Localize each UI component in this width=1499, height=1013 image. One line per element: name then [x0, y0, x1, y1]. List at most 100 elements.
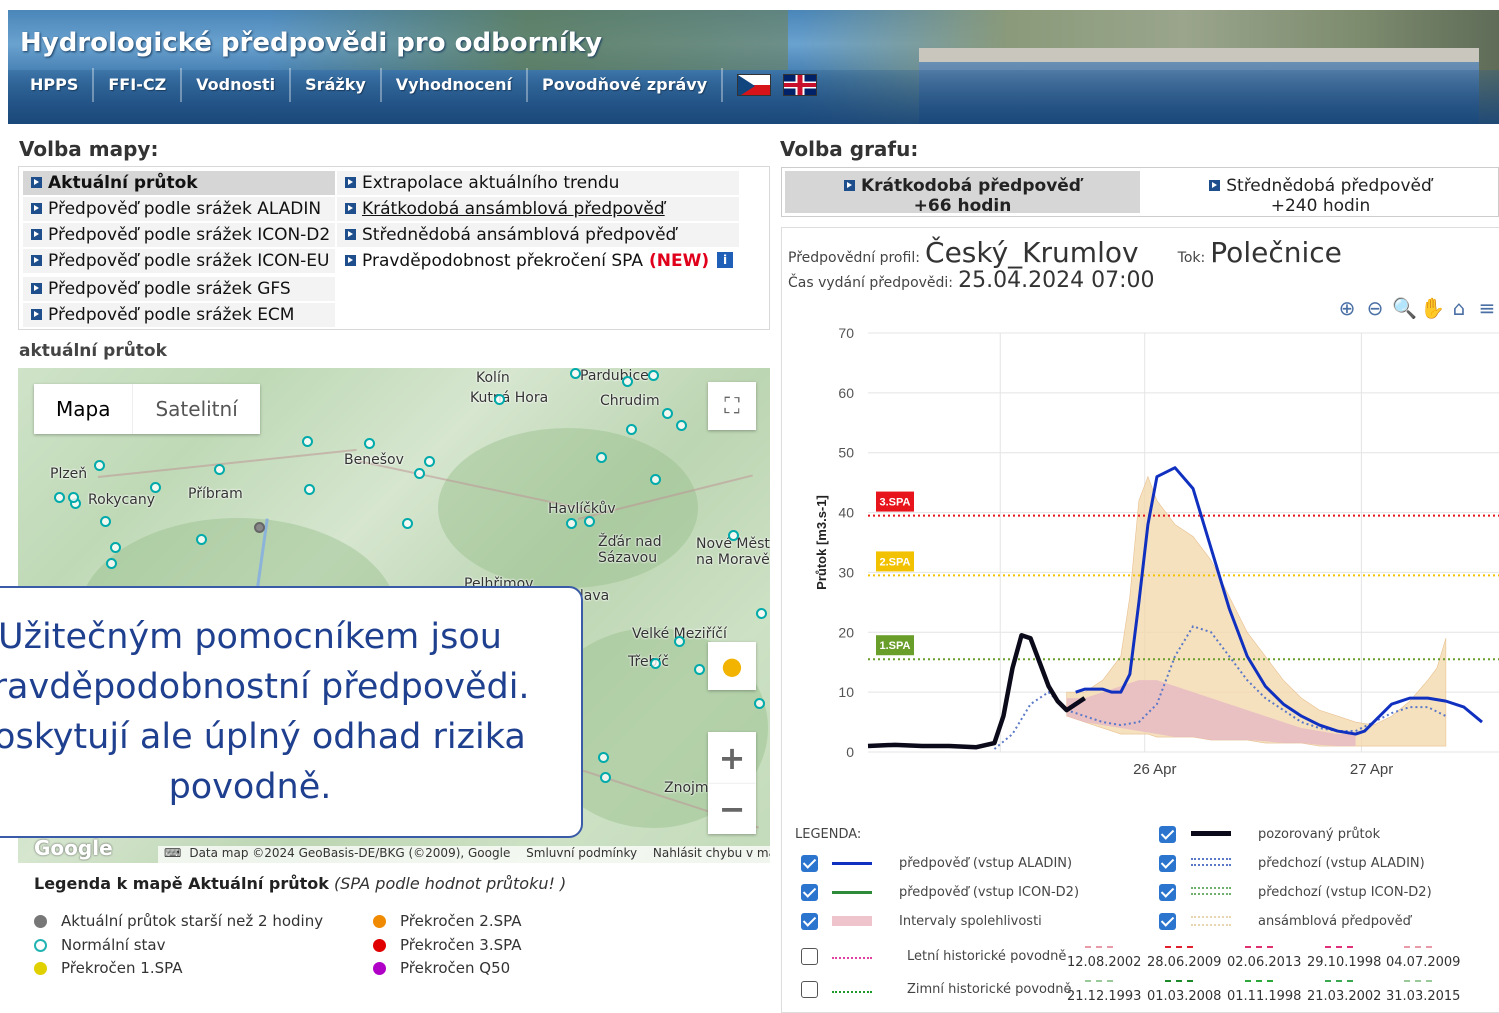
map-station-marker[interactable]: [622, 376, 633, 387]
map-option-aladin[interactable]: Předpověď podle srážek ALADIN: [23, 197, 335, 221]
map-station-marker[interactable]: [756, 608, 767, 619]
map-station-marker[interactable]: [494, 394, 505, 405]
winter-flood-date[interactable]: 21.12.1993: [1067, 989, 1141, 1004]
map-station-marker[interactable]: [566, 518, 577, 529]
issue-label: Čas vydání předpovědi:: [788, 275, 954, 291]
summer-flood-date[interactable]: 29.10.1998: [1307, 955, 1381, 970]
zoom-out-icon[interactable]: −: [708, 784, 756, 834]
summer-flood-date[interactable]: 28.06.2009: [1147, 955, 1221, 970]
legend-previous-aladin: předchozí (vstup ALADIN): [1258, 856, 1425, 871]
map-station-marker[interactable]: [650, 658, 661, 669]
bullet-icon: [345, 229, 356, 240]
tab-medium-term[interactable]: Střednědobá předpověď +240 hodin: [1143, 168, 1498, 216]
nav-hpps[interactable]: HPPS: [16, 68, 95, 102]
map-option-pravdepodobnost[interactable]: Pravděpodobnost překročení SPA (NEW) i: [337, 249, 739, 273]
uk-flag-icon[interactable]: [783, 74, 818, 96]
map-station-marker[interactable]: [150, 482, 161, 493]
map-option-ecm[interactable]: Předpověď podle srážek ECM: [23, 303, 335, 327]
map-station-marker[interactable]: [302, 436, 313, 447]
pan-icon[interactable]: ✋: [1420, 296, 1445, 320]
map-option-icon-eu[interactable]: Předpověď podle srážek ICON-EU: [23, 249, 335, 273]
map-place-label: Třebíč: [628, 654, 670, 670]
checkbox-forecast-icond2[interactable]: [801, 884, 818, 901]
map-station-marker[interactable]: [254, 522, 265, 533]
map-option-gfs[interactable]: Předpověď podle srážek GFS: [23, 277, 335, 301]
map-station-marker[interactable]: [110, 542, 121, 553]
map-station-marker[interactable]: [364, 438, 375, 449]
discharge-chart[interactable]: 0 10 20 30 40 50 60 70 26 Apr 27 Apr Průtok [m3.s-…: [782, 318, 1499, 788]
tab-short-term[interactable]: Krátkodobá předpověď +66 hodin: [785, 171, 1140, 216]
zoom-in-icon[interactable]: ⊕: [1336, 296, 1358, 320]
map-station-marker[interactable]: [650, 474, 661, 485]
map-station-marker[interactable]: [54, 492, 65, 503]
map-station-marker[interactable]: [662, 408, 673, 419]
fullscreen-icon[interactable]: ⛶: [708, 382, 756, 430]
checkbox-previous-aladin[interactable]: [1159, 855, 1176, 872]
winter-flood-date[interactable]: 01.11.1998: [1227, 989, 1301, 1004]
report-error-link[interactable]: Nahlásit chybu v mapě: [653, 846, 770, 860]
nav-vyhodnoceni[interactable]: Vyhodnocení: [382, 68, 529, 102]
map-station-marker[interactable]: [424, 456, 435, 467]
map-option-extrapolace[interactable]: Extrapolace aktuálního trendu: [337, 171, 739, 195]
map-station-marker[interactable]: [106, 558, 117, 569]
winter-flood-date[interactable]: 01.03.2008: [1147, 989, 1221, 1004]
checkbox-ensemble[interactable]: [1159, 913, 1176, 930]
checkbox-observed[interactable]: [1159, 826, 1176, 843]
nav-vodnosti[interactable]: Vodnosti: [182, 68, 292, 102]
nav-srazky[interactable]: Srážky: [291, 68, 382, 102]
summer-flood-date[interactable]: 04.07.2009: [1386, 955, 1460, 970]
map-station-marker[interactable]: [414, 468, 425, 479]
nav-povodnove-zpravy[interactable]: Povodňové zprávy: [528, 68, 724, 102]
map-type-mapa[interactable]: Mapa: [34, 384, 134, 434]
info-icon[interactable]: i: [717, 252, 734, 268]
map-option-aktualni-prutok[interactable]: Aktuální průtok: [23, 171, 335, 195]
map-station-marker[interactable]: [214, 464, 225, 475]
summer-flood-date[interactable]: 02.06.2013: [1227, 955, 1301, 970]
map-station-marker[interactable]: [754, 698, 765, 709]
menu-icon[interactable]: ≡: [1476, 296, 1498, 320]
map-station-marker[interactable]: [626, 424, 637, 435]
checkbox-summer-floods[interactable]: [801, 948, 818, 965]
zoom-select-icon[interactable]: 🔍: [1392, 296, 1417, 320]
map-station-marker[interactable]: [94, 460, 105, 471]
legend-spa1: Překročen 1.SPA: [34, 959, 182, 977]
zoom-in-icon[interactable]: +: [708, 732, 756, 784]
legend-q50: Překročen Q50: [373, 959, 510, 977]
terms-link[interactable]: Smluvní podmínky: [526, 846, 637, 860]
checkbox-previous-icond2[interactable]: [1159, 884, 1176, 901]
issue-value: 25.04.2024 07:00: [958, 268, 1155, 293]
nav-ffi-cz[interactable]: FFI-CZ: [94, 68, 183, 102]
map-station-marker[interactable]: [584, 516, 595, 527]
map-station-marker[interactable]: [304, 484, 315, 495]
map-station-marker[interactable]: [196, 534, 207, 545]
map-station-marker[interactable]: [694, 664, 705, 675]
map-place-label: Kutná Hora: [470, 390, 549, 406]
map-station-marker[interactable]: [648, 370, 659, 381]
street-view-pegman-icon[interactable]: ●: [708, 642, 756, 690]
home-icon[interactable]: ⌂: [1448, 296, 1470, 320]
summer-flood-date[interactable]: 12.08.2002: [1067, 955, 1141, 970]
map-type-satelitni[interactable]: Satelitní: [133, 384, 259, 434]
map-station-marker[interactable]: [402, 518, 413, 529]
winter-flood-date[interactable]: 21.03.2002: [1307, 989, 1381, 1004]
map-station-marker[interactable]: [68, 492, 79, 503]
map-option-icon-d2[interactable]: Předpověď podle srážek ICON-D2: [23, 223, 335, 247]
map-station-marker[interactable]: [596, 452, 607, 463]
czech-flag-icon[interactable]: [737, 74, 772, 96]
keyboard-icon[interactable]: ⌨: [164, 846, 181, 860]
graph-choice-heading: Volba grafu:: [780, 137, 919, 161]
map-station-marker[interactable]: [728, 530, 739, 541]
checkbox-winter-floods[interactable]: [801, 981, 818, 998]
map-option-kratkodoba-ansamblova[interactable]: Krátkodobá ansámblová předpověď: [337, 197, 739, 221]
winter-flood-date[interactable]: 31.03.2015: [1386, 989, 1460, 1004]
map-station-marker[interactable]: [570, 368, 581, 379]
map-option-strednedoba-ansamblova[interactable]: Střednědobá ansámblová předpověď: [337, 223, 739, 247]
checkbox-forecast-aladin[interactable]: [801, 855, 818, 872]
map-station-marker[interactable]: [674, 636, 685, 647]
zoom-out-icon[interactable]: ⊖: [1364, 296, 1386, 320]
map-legend-title: Legenda k mapě Aktuální průtok (SPA podl…: [34, 874, 566, 893]
checkbox-confidence[interactable]: [801, 913, 818, 930]
summer-flood-marker: [1165, 946, 1193, 948]
map-station-marker[interactable]: [100, 516, 111, 527]
map-station-marker[interactable]: [676, 420, 687, 431]
